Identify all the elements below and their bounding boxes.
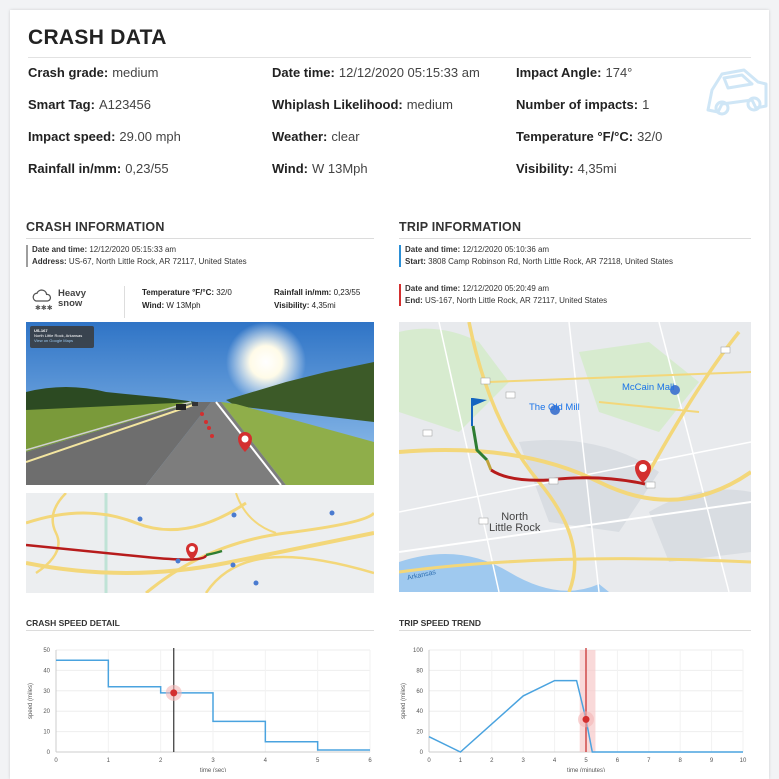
weather-visibility: Visibility: 4,35mi (274, 301, 336, 310)
x-tick-label: 4 (553, 758, 557, 764)
y-tick-label: 60 (416, 689, 423, 695)
mccain-mall-label: McCain Mall (622, 382, 675, 393)
trip-start-datetime: Date and time: 12/12/2020 05:10:36 am (405, 245, 550, 254)
y-axis-label: speed (miles) (401, 683, 407, 719)
crash-speed-detail-title: CRASH SPEED DETAIL (26, 618, 120, 628)
crash-entry-bar (26, 245, 28, 267)
trip-end-entry: Date and time: 12/12/2020 05:20:49 am En… (399, 283, 757, 307)
svg-text:✱✱✱: ✱✱✱ (35, 304, 53, 312)
crash-datetime-address: Date and time: 12/12/2020 05:15:33 am Ad… (26, 244, 374, 268)
street-view-scene (26, 322, 374, 485)
summary-visibility: Visibility: 4,35mi (516, 161, 617, 176)
trip-map-canvas (399, 322, 751, 592)
impact-point (582, 715, 590, 723)
x-tick-label: 8 (679, 758, 683, 764)
trip-end-datetime: Date and time: 12/12/2020 05:20:49 am (405, 284, 550, 293)
crash-information-title: CRASH INFORMATION (26, 220, 165, 234)
x-tick-label: 6 (368, 758, 372, 764)
trip-speed-divider (399, 630, 751, 631)
old-mill-label: The Old Mill (529, 402, 580, 413)
x-tick-label: 9 (710, 758, 714, 764)
weather-wind: Wind: W 13Mph (142, 301, 201, 310)
x-tick-label: 0 (54, 758, 58, 764)
trip-start-bar (399, 245, 401, 267)
x-tick-label: 3 (522, 758, 526, 764)
street-view-photo[interactable]: US-167 North Little Rock, Arkansas View … (26, 322, 374, 485)
x-tick-label: 10 (740, 758, 747, 764)
x-axis-label: time (minutes) (567, 768, 605, 772)
trip-speed-trend-title: TRIP SPEED TREND (399, 618, 482, 628)
summary-impact-angle: Impact Angle: 174° (516, 65, 633, 80)
trip-route-map[interactable]: The Old Mill McCain Mall North Little Ro… (399, 322, 751, 592)
crash-report-page: CRASH DATA Crash grade: medium Date time:… (10, 10, 769, 779)
x-tick-label: 2 (490, 758, 494, 764)
street-view-chip[interactable]: US-167 North Little Rock, Arkansas View … (34, 328, 82, 343)
weather-condition: Heavy snow (58, 288, 86, 309)
y-tick-label: 50 (43, 648, 50, 654)
crash-information-divider (26, 238, 374, 239)
crash-weather-box: ✱✱✱ Heavy snow Temperature °F/°C: 32/0 W… (26, 284, 370, 320)
summary-whiplash: Whiplash Likelihood: medium (272, 97, 453, 112)
impact-point (170, 689, 178, 697)
summary-smart-tag: Smart Tag: A123456 (28, 97, 151, 112)
y-tick-label: 20 (43, 709, 50, 715)
weather-rainfall: Rainfall in/mm: 0,23/55 (274, 288, 361, 297)
y-tick-label: 40 (416, 709, 423, 715)
x-tick-label: 2 (159, 758, 163, 764)
city-label: North Little Rock (489, 511, 541, 534)
trip-end-address: End: US-167, North Little Rock, AR 72117… (405, 296, 608, 305)
summary-weather: Weather: clear (272, 129, 360, 144)
x-tick-label: 3 (211, 758, 215, 764)
trip-speed-chart: 0 20 40 60 80 100 0 1 2 3 4 5 6 7 8 9 10 time (minutes) sp… (401, 648, 747, 772)
car-crash-icon (706, 68, 768, 116)
summary-rainfall: Rainfall in/mm: 0,23/55 (28, 161, 169, 176)
crash-datetime-line: Date and time: 12/12/2020 05:15:33 am (32, 245, 177, 254)
y-tick-label: 10 (43, 730, 50, 736)
x-tick-label: 6 (616, 758, 620, 764)
crash-speed-divider (26, 630, 374, 631)
x-tick-label: 7 (647, 758, 651, 764)
x-tick-label: 5 (584, 758, 588, 764)
summary-impact-speed: Impact speed: 29.00 mph (28, 129, 181, 144)
x-tick-label: 1 (107, 758, 111, 764)
title-divider (28, 57, 751, 58)
trip-information-divider (399, 238, 751, 239)
crash-speed-chart: 0 10 20 30 40 50 0 1 2 3 4 5 6 time (sec) speed (miles… (28, 648, 372, 772)
trip-end-bar (399, 284, 401, 306)
summary-temperature: Temperature °F/°C: 32/0 (516, 129, 663, 144)
y-axis-label: speed (miles) (28, 683, 34, 719)
y-tick-label: 30 (43, 689, 50, 695)
crash-address-line: Address: US-67, North Little Rock, AR 72… (32, 257, 247, 266)
x-tick-label: 4 (264, 758, 268, 764)
x-tick-label: 1 (459, 758, 463, 764)
y-tick-label: 80 (416, 668, 423, 674)
summary-number-of-impacts: Number of impacts: 1 (516, 97, 650, 112)
summary-wind: Wind: W 13Mph (272, 161, 368, 176)
y-tick-label: 100 (413, 648, 424, 654)
trip-information-title: TRIP INFORMATION (399, 220, 522, 234)
snow-cloud-icon: ✱✱✱ (32, 289, 53, 312)
trip-start-entry: Date and time: 12/12/2020 05:10:36 am St… (399, 244, 757, 268)
weather-divider (124, 286, 125, 318)
x-tick-label: 5 (316, 758, 320, 764)
crash-map-roads (26, 493, 374, 593)
y-tick-label: 0 (47, 750, 51, 756)
weather-temperature: Temperature °F/°C: 32/0 (142, 288, 232, 297)
y-tick-label: 0 (420, 750, 424, 756)
y-tick-label: 20 (416, 730, 423, 736)
summary-date-time: Date time: 12/12/2020 05:15:33 am (272, 65, 480, 80)
y-tick-label: 40 (43, 668, 50, 674)
x-axis-label: time (sec) (200, 768, 226, 772)
page-title: CRASH DATA (28, 26, 167, 49)
trip-start-address: Start: 3808 Camp Robinson Rd, North Litt… (405, 257, 673, 266)
summary-crash-grade: Crash grade: medium (28, 65, 159, 80)
x-tick-label: 0 (427, 758, 431, 764)
crash-location-map[interactable] (26, 493, 374, 593)
